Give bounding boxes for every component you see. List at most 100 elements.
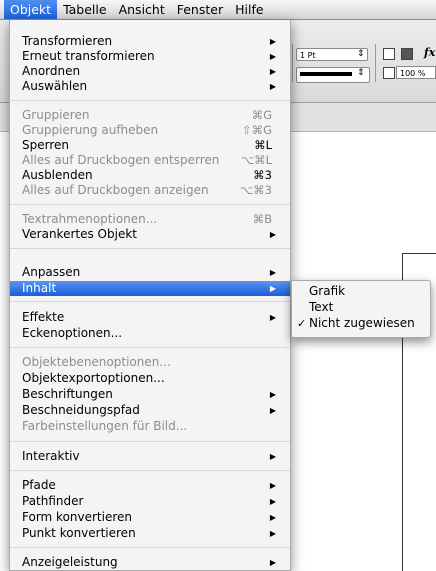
menu-separator [10,301,290,302]
menu-item-alles-anzeigen[interactable]: Alles auf Druckbogen anzeigen ⌥⌘3 [10,183,290,198]
stroke-weight-value: 1 Pt [300,51,316,60]
menu-item-label: Transformieren [22,34,113,48]
submenu-arrow-icon: ▶ [269,513,276,522]
objekt-menu: Transformieren ▶ Erneut transformieren ▶ A… [9,20,291,571]
menu-item-label: Form konvertieren [22,510,133,524]
menu-item-shortcut: ⇧⌘G [241,123,272,137]
submenu-arrow-icon: ▶ [269,82,276,91]
submenu-arrow-icon: ▶ [269,497,276,506]
menu-item-label: Objektexportoptionen... [22,371,165,385]
submenu-arrow-icon: ▶ [269,313,276,322]
opacity-field[interactable]: 100 % [396,66,436,79]
menu-item-ausblenden[interactable]: Ausblenden ⌘3 [10,168,290,183]
menu-item-label: Gruppierung aufheben [22,123,159,137]
shadow-tool-icon[interactable] [401,48,413,60]
menu-separator [10,248,290,249]
menubar-ansicht[interactable]: Ansicht [113,0,171,19]
menu-bar: Objekt Tabelle Ansicht Fenster Hilfe [0,0,436,20]
menu-item-label: Ausblenden [22,168,93,182]
menu-item-alles-entsperren[interactable]: Alles auf Druckbogen entsperren ⌥⌘L [10,153,290,168]
menu-item-label: Anordnen [22,64,81,78]
menu-item-label: Farbeinstellungen für Bild... [22,419,188,433]
menu-item-label: Alles auf Druckbogen entsperren [22,153,220,167]
menu-item-pfade[interactable]: Pfade ▶ [10,478,290,493]
menu-item-objektebenenoptionen[interactable]: Objektebenenoptionen... [10,355,290,370]
menu-item-verankertes-objekt[interactable]: Verankertes Objekt ▶ [10,227,290,242]
menu-item-label: Gruppieren [22,108,90,122]
submenu-arrow-icon: ▶ [269,390,276,399]
submenu-arrow-icon: ▶ [269,481,276,490]
stroke-type-preview [300,72,352,76]
menu-item-eckenoptionen[interactable]: Eckenoptionen... [10,326,290,341]
submenu-item-text[interactable]: Text [292,300,430,315]
submenu-arrow-icon: ▶ [269,558,276,567]
menu-item-transformieren[interactable]: Transformieren ▶ [10,34,290,49]
menu-item-punkt-konvertieren[interactable]: Punkt konvertieren ▶ [10,526,290,541]
submenu-arrow-icon: ▶ [269,268,276,277]
toolbar-divider [375,44,376,82]
submenu-item-label: Grafik [309,284,346,298]
submenu-item-label: Text [309,300,334,314]
menu-item-label: Pathfinder [22,494,84,508]
menu-item-anpassen[interactable]: Anpassen ▶ [10,265,290,280]
menu-item-gruppierung-aufheben[interactable]: Gruppierung aufheben ⇧⌘G [10,123,290,138]
menu-item-textrahmenoptionen[interactable]: Textrahmenoptionen... ⌘B [10,212,290,227]
submenu-arrow-icon: ▶ [269,52,276,61]
menu-item-beschriftungen[interactable]: Beschriftungen ▶ [10,387,290,402]
menu-item-objektexportoptionen[interactable]: Objektexportoptionen... [10,371,290,386]
menu-item-shortcut: ⌘3 [253,168,272,182]
menu-separator [10,547,290,548]
submenu-item-nicht-zugewiesen[interactable]: ✓ Nicht zugewiesen [292,316,430,331]
menu-item-label: Interaktiv [22,449,80,463]
menu-item-anzeigeleistung[interactable]: Anzeigeleistung ▶ [10,555,290,570]
submenu-arrow-icon: ▶ [269,230,276,239]
menu-item-auswaehlen[interactable]: Auswählen ▶ [10,79,290,94]
menubar-hilfe[interactable]: Hilfe [229,0,269,19]
menu-item-form-konvertieren[interactable]: Form konvertieren ▶ [10,510,290,525]
menu-item-shortcut: ⌥⌘3 [239,183,272,197]
menu-item-effekte[interactable]: Effekte ▶ [10,310,290,325]
submenu-arrow-icon: ▶ [269,284,276,293]
menu-item-pathfinder[interactable]: Pathfinder ▶ [10,494,290,509]
menu-separator [10,347,290,348]
submenu-item-label: Nicht zugewiesen [309,316,415,330]
menu-item-label: Eckenoptionen... [22,326,123,340]
menu-item-shortcut: ⌥⌘L [240,153,272,167]
inhalt-submenu: Grafik Text ✓ Nicht zugewiesen [291,280,431,338]
stroke-type-arrow-icon[interactable]: ⇕ [357,68,365,78]
menu-item-sperren[interactable]: Sperren ⌘L [10,138,290,153]
menu-separator [10,441,290,442]
menu-item-label: Anzeigeleistung [22,555,118,569]
menu-item-label: Objektebenenoptionen... [22,355,171,369]
menu-item-label: Sperren [22,138,69,152]
opacity-icon [383,67,395,79]
menu-item-label: Verankertes Objekt [22,227,137,241]
checkmark-icon: ✓ [297,317,307,330]
menubar-fenster[interactable]: Fenster [171,0,229,19]
submenu-arrow-icon: ▶ [269,406,276,415]
menu-item-beschneidungspfad[interactable]: Beschneidungspfad ▶ [10,403,290,418]
menu-item-inhalt[interactable]: Inhalt ▶ [10,281,290,296]
menu-item-label: Beschneidungspfad [22,403,140,417]
submenu-arrow-icon: ▶ [269,37,276,46]
stroke-weight-stepper-icon[interactable]: ⇕ [357,49,365,59]
menu-item-label: Effekte [22,310,65,324]
menu-item-label: Auswählen [22,79,88,93]
menu-item-farbeinstellungen[interactable]: Farbeinstellungen für Bild... [10,419,290,434]
menu-item-erneut-transformieren[interactable]: Erneut transformieren ▶ [10,49,290,64]
menu-item-interaktiv[interactable]: Interaktiv ▶ [10,449,290,464]
menu-item-label: Pfade [22,478,56,492]
menu-item-label: Anpassen [22,265,81,279]
menu-item-anordnen[interactable]: Anordnen ▶ [10,64,290,79]
frame-tool-icon[interactable] [383,48,395,60]
fx-effects-icon[interactable]: fx [424,46,435,59]
menu-separator [10,100,290,101]
menu-item-shortcut: ⌘B [252,212,272,226]
menu-item-gruppieren[interactable]: Gruppieren ⌘G [10,108,290,123]
opacity-value: 100 % [400,69,426,78]
menubar-tabelle[interactable]: Tabelle [57,0,113,19]
menu-item-label: Inhalt [22,281,57,295]
menubar-objekt[interactable]: Objekt [4,0,58,19]
menu-item-shortcut: ⌘L [254,138,272,152]
submenu-item-grafik[interactable]: Grafik [292,284,430,299]
